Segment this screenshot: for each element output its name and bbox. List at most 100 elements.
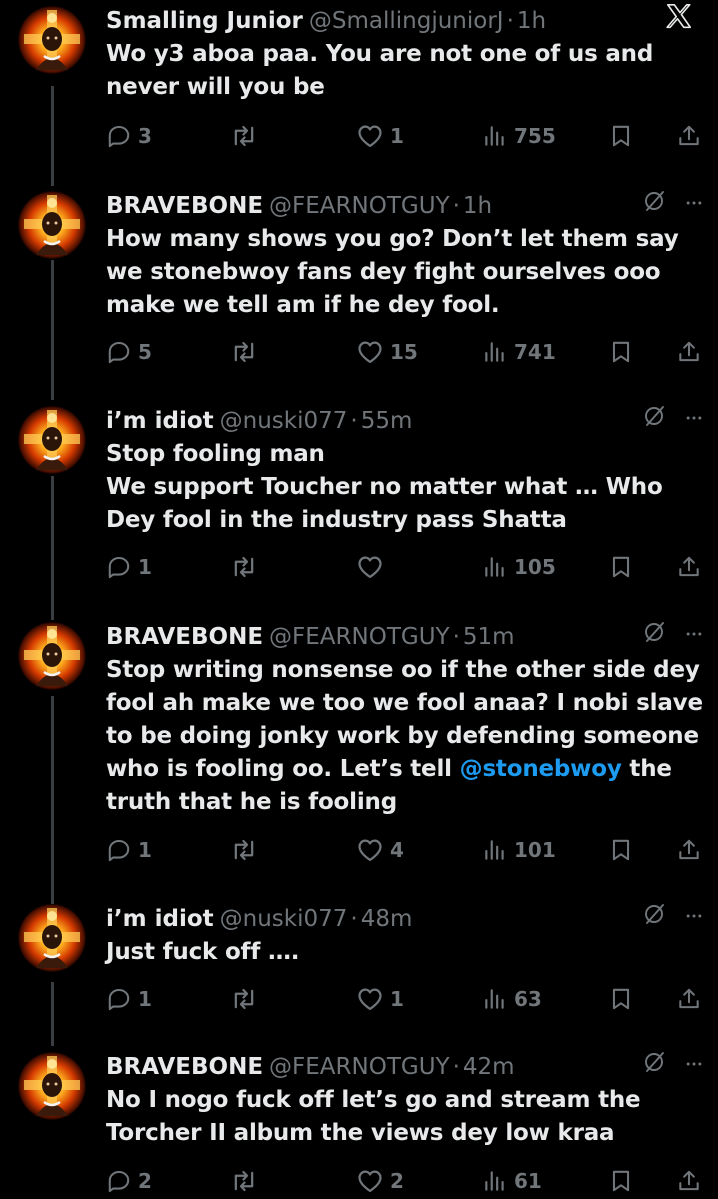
views-button[interactable]: 755 [482, 119, 556, 153]
share-upload-icon [676, 1168, 702, 1194]
reply-button[interactable]: 1 [106, 982, 152, 1016]
display-name[interactable]: BRAVEBONE [106, 1054, 263, 1080]
avatar[interactable] [18, 406, 86, 474]
reply-button[interactable]: 5 [106, 335, 152, 369]
reply-button[interactable]: 3 [106, 119, 152, 153]
display-name[interactable]: Smalling Junior [106, 8, 303, 34]
tweet-text-line: fool ah make we too we fool anaa? I nobi… [106, 690, 703, 716]
display-name[interactable]: BRAVEBONE [106, 193, 263, 219]
tweet-text: No I nogo fuck off let’s go and stream t… [106, 1084, 704, 1150]
user-handle[interactable]: @FEARNOTGUY [269, 1054, 450, 1080]
thread-line [51, 982, 54, 1046]
timestamp[interactable]: 51m [463, 624, 515, 650]
retweet-button[interactable] [230, 119, 258, 153]
user-handle[interactable]: @SmallingjuniorJ [309, 8, 504, 34]
bookmark-button[interactable] [608, 119, 634, 153]
speech-bubble-icon [106, 837, 132, 863]
avatar[interactable] [18, 1052, 86, 1120]
timestamp[interactable]: 55m [361, 408, 413, 434]
like-button[interactable]: 4 [356, 833, 404, 867]
thread-line [51, 86, 54, 186]
share-button[interactable] [676, 335, 702, 369]
avatar[interactable] [18, 191, 86, 259]
user-handle[interactable]: @nuski077 [220, 408, 348, 434]
like-button[interactable]: 15 [356, 335, 418, 369]
timestamp[interactable]: 48m [361, 906, 413, 932]
x-logo-icon[interactable] [664, 1, 694, 41]
tweet-header: Smalling Junior @SmallingjuniorJ · 1h [106, 4, 704, 38]
action-bar: 1 105 [106, 550, 704, 584]
grok-icon[interactable] [642, 404, 666, 438]
bookmark-button[interactable] [608, 982, 634, 1016]
avatar[interactable] [18, 6, 86, 74]
bookmark-icon [608, 339, 634, 365]
reply-button[interactable]: 1 [106, 833, 152, 867]
reply-count: 1 [138, 555, 152, 579]
more-options-icon[interactable] [684, 902, 704, 936]
like-button[interactable]: 2 [356, 1164, 404, 1198]
reply-button[interactable]: 2 [106, 1164, 152, 1198]
more-options-icon[interactable] [684, 620, 704, 654]
share-button[interactable] [676, 982, 702, 1016]
retweet-button[interactable] [230, 550, 258, 584]
grok-icon[interactable] [642, 620, 666, 654]
share-button[interactable] [676, 550, 702, 584]
reply-count: 1 [138, 838, 152, 862]
reply-button[interactable]: 1 [106, 550, 152, 584]
speech-bubble-icon [106, 986, 132, 1012]
grok-icon[interactable] [642, 1050, 666, 1084]
speech-bubble-icon [106, 1168, 132, 1194]
tweet-text-line: who is fooling oo. Let’s tell @stonebwoy… [106, 753, 704, 786]
display-name[interactable]: i’m idiot [106, 408, 214, 434]
share-button[interactable] [676, 833, 702, 867]
views-button[interactable]: 63 [482, 982, 542, 1016]
bar-chart-icon [482, 1168, 508, 1194]
heart-icon [356, 1167, 384, 1195]
views-button[interactable]: 101 [482, 833, 556, 867]
bookmark-button[interactable] [608, 1164, 634, 1198]
timestamp[interactable]: 1h [463, 193, 492, 219]
display-name[interactable]: i’m idiot [106, 906, 214, 932]
more-options-icon[interactable] [684, 404, 704, 438]
like-button[interactable]: 1 [356, 982, 404, 1016]
bookmark-button[interactable] [608, 335, 634, 369]
bookmark-button[interactable] [608, 550, 634, 584]
display-name[interactable]: BRAVEBONE [106, 624, 263, 650]
avatar[interactable] [18, 622, 86, 690]
like-button[interactable]: 1 [356, 119, 404, 153]
views-button[interactable]: 741 [482, 335, 556, 369]
retweet-arrows-icon [230, 1167, 258, 1195]
grok-icon[interactable] [642, 189, 666, 223]
more-options-icon[interactable] [684, 189, 704, 223]
user-handle[interactable]: @FEARNOTGUY [269, 193, 450, 219]
speech-bubble-icon [106, 123, 132, 149]
mention-link[interactable]: @stonebwoy [460, 756, 622, 782]
more-options-icon[interactable] [684, 1050, 704, 1084]
share-button[interactable] [676, 119, 702, 153]
tweet-header: i’m idiot @nuski077 · 48m [106, 902, 704, 936]
views-button[interactable]: 105 [482, 550, 556, 584]
tweet-text: Stop writing nonsense oo if the other si… [106, 654, 704, 819]
share-upload-icon [676, 986, 702, 1012]
grok-icon[interactable] [642, 902, 666, 936]
like-count: 15 [390, 340, 418, 364]
views-button[interactable]: 61 [482, 1164, 542, 1198]
tweet-text: How many shows you go? Don’t let them sa… [106, 223, 704, 322]
user-handle[interactable]: @nuski077 [220, 906, 348, 932]
heart-icon [356, 122, 384, 150]
view-count: 61 [514, 1169, 542, 1193]
retweet-button[interactable] [230, 1164, 258, 1198]
bookmark-button[interactable] [608, 833, 634, 867]
like-button[interactable] [356, 550, 384, 584]
avatar[interactable] [18, 904, 86, 972]
share-button[interactable] [676, 1164, 702, 1198]
retweet-button[interactable] [230, 335, 258, 369]
user-handle[interactable]: @FEARNOTGUY [269, 624, 450, 650]
view-count: 741 [514, 340, 556, 364]
bookmark-icon [608, 123, 634, 149]
tweet-text-line: we stonebwoy fans dey fight ourselves oo… [106, 259, 661, 285]
timestamp[interactable]: 42m [463, 1054, 515, 1080]
timestamp[interactable]: 1h [517, 8, 546, 34]
retweet-button[interactable] [230, 982, 258, 1016]
retweet-button[interactable] [230, 833, 258, 867]
